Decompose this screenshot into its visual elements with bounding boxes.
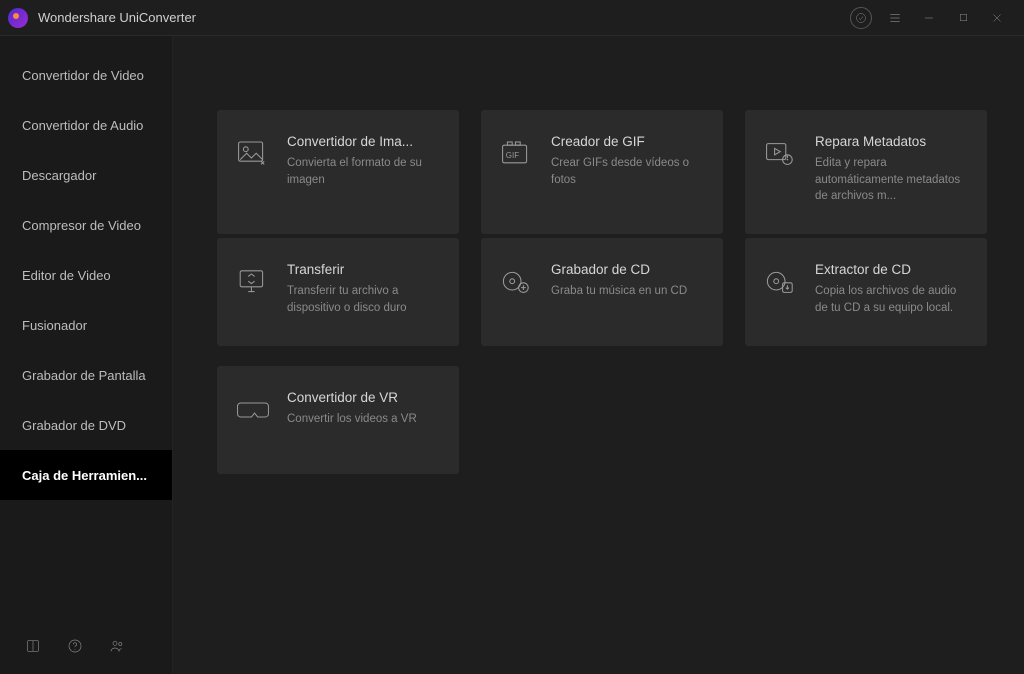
app-title: Wondershare UniConverter [38,10,196,25]
app-logo-icon [8,8,28,28]
title-bar: Wondershare UniConverter [0,0,1024,36]
metadata-icon [765,140,797,168]
cd-burn-icon [501,268,533,296]
tool-title: Extractor de CD [815,262,969,277]
sidebar-footer [0,618,172,674]
menu-button[interactable] [878,4,912,32]
tool-title: Repara Metadatos [815,134,969,149]
people-icon [109,638,125,654]
sidebar-item-dvd-burner[interactable]: Grabador de DVD [0,400,172,450]
tools-grid: Convertidor de Ima... Convierta el forma… [217,110,992,474]
cd-rip-icon [765,268,797,296]
tool-card-fix-metadata[interactable]: Repara Metadatos Edita y repara automáti… [745,110,987,234]
sidebar-item-screen-recorder[interactable]: Grabador de Pantalla [0,350,172,400]
tool-card-gif-maker[interactable]: GIF Creador de GIF Crear GIFs desde víde… [481,110,723,234]
tool-title: Convertidor de VR [287,390,441,405]
user-check-icon [855,12,867,24]
book-icon [25,638,41,654]
tutorial-button[interactable] [24,637,42,655]
tool-title: Creador de GIF [551,134,705,149]
tool-card-cd-burner[interactable]: Grabador de CD Graba tu música en un CD [481,238,723,346]
community-button[interactable] [108,637,126,655]
sidebar-item-downloader[interactable]: Descargador [0,150,172,200]
minimize-icon [923,12,935,24]
sidebar-items: Convertidor de Video Convertidor de Audi… [0,36,172,618]
maximize-icon [958,12,969,23]
gif-icon: GIF [501,140,533,168]
close-button[interactable] [980,4,1014,32]
svg-text:GIF: GIF [506,151,519,160]
main-panel: Convertidor de Ima... Convierta el forma… [173,36,1024,674]
tool-card-transfer[interactable]: Transferir Transferir tu archivo a dispo… [217,238,459,346]
tool-title: Transferir [287,262,441,277]
tool-desc: Graba tu música en un CD [551,283,705,300]
minimize-button[interactable] [912,4,946,32]
transfer-icon [237,267,269,297]
tool-card-cd-ripper[interactable]: Extractor de CD Copia los archivos de au… [745,238,987,346]
image-icon [237,140,269,168]
help-icon [67,638,83,654]
vr-icon [236,398,270,422]
sidebar-item-video-converter[interactable]: Convertidor de Video [0,50,172,100]
maximize-button[interactable] [946,4,980,32]
tool-title: Convertidor de Ima... [287,134,441,149]
sidebar-item-audio-converter[interactable]: Convertidor de Audio [0,100,172,150]
account-button[interactable] [850,7,872,29]
sidebar-item-video-compressor[interactable]: Compresor de Video [0,200,172,250]
tool-card-vr-converter[interactable]: Convertidor de VR Convertir los videos a… [217,366,459,474]
tool-card-image-converter[interactable]: Convertidor de Ima... Convierta el forma… [217,110,459,234]
tool-desc: Edita y repara automáticamente metadatos… [815,155,969,205]
hamburger-icon [888,11,902,25]
sidebar-item-video-editor[interactable]: Editor de Video [0,250,172,300]
close-icon [991,12,1003,24]
tool-desc: Crear GIFs desde vídeos o fotos [551,155,705,188]
sidebar-item-toolbox[interactable]: Caja de Herramien... [0,450,172,500]
tool-desc: Convertir los videos a VR [287,411,441,428]
tool-title: Grabador de CD [551,262,705,277]
sidebar-item-merger[interactable]: Fusionador [0,300,172,350]
tool-desc: Convierta el formato de su imagen [287,155,441,188]
tool-desc: Transferir tu archivo a dispositivo o di… [287,283,441,316]
help-button[interactable] [66,637,84,655]
tool-desc: Copia los archivos de audio de tu CD a s… [815,283,969,316]
sidebar: Convertidor de Video Convertidor de Audi… [0,36,173,674]
